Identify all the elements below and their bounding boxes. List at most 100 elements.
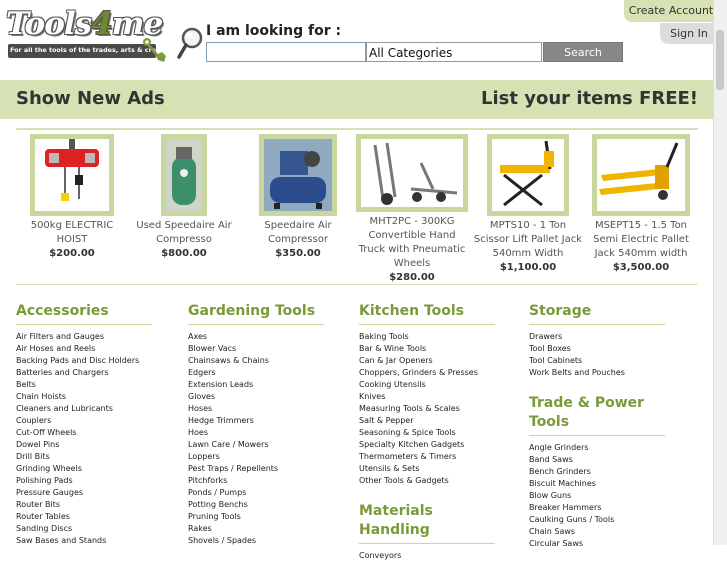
category-link[interactable]: Hoes bbox=[188, 427, 324, 439]
category-link[interactable]: Chain Hoists bbox=[16, 391, 152, 403]
product-card[interactable]: Speedaire Air Compressor $350.00 bbox=[244, 134, 352, 261]
category-link[interactable]: Knives bbox=[359, 391, 495, 403]
category-link[interactable]: Caulking Guns / Tools bbox=[529, 514, 665, 526]
category-link[interactable]: Cut-Off Wheels bbox=[16, 427, 152, 439]
category-link[interactable]: Lawn Care / Mowers bbox=[188, 439, 324, 451]
category-link[interactable]: Router Bits bbox=[16, 499, 152, 511]
category-link[interactable]: Backing Pads and Disc Holders bbox=[16, 355, 152, 367]
category-link[interactable]: Couplers bbox=[16, 415, 152, 427]
category-link[interactable]: Conveyors bbox=[359, 550, 495, 562]
category-title[interactable]: Accessories bbox=[16, 302, 152, 325]
category-link[interactable]: Blow Guns bbox=[529, 490, 665, 502]
category-link[interactable]: Grinding Wheels bbox=[16, 463, 152, 475]
category-link[interactable]: Bar & Wine Tools bbox=[359, 343, 495, 355]
category-link[interactable]: Blower Vacs bbox=[188, 343, 324, 355]
category-link[interactable]: Thermometers & Timers bbox=[359, 451, 495, 463]
category-link[interactable]: Angle Grinders bbox=[529, 442, 665, 454]
create-account-link[interactable]: Create Account bbox=[624, 0, 718, 22]
category-link[interactable]: Belts bbox=[16, 379, 152, 391]
product-name[interactable]: Speedaire Air Compressor bbox=[244, 219, 352, 247]
category-link[interactable]: Circular Saws bbox=[529, 538, 665, 550]
category-link[interactable]: Shovels / Spades bbox=[188, 535, 324, 547]
product-card[interactable]: MSEPT15 - 1.5 Ton Semi Electric Pallet J… bbox=[584, 134, 698, 275]
category-link[interactable]: Saw Bases and Stands bbox=[16, 535, 152, 547]
category-link[interactable]: Work Belts and Pouches bbox=[529, 367, 665, 379]
category-link[interactable]: Hoses bbox=[188, 403, 324, 415]
product-thumbnail[interactable] bbox=[356, 134, 468, 212]
category-link[interactable]: Specialty Kitchen Gadgets bbox=[359, 439, 495, 451]
category-link[interactable]: Other Tools & Gadgets bbox=[359, 475, 495, 487]
category-link[interactable]: Sanding Discs bbox=[16, 523, 152, 535]
category-link[interactable]: Tool Cabinets bbox=[529, 355, 665, 367]
category-title[interactable]: Trade & Power Tools bbox=[529, 394, 665, 436]
category-link[interactable]: Seasoning & Spice Tools bbox=[359, 427, 495, 439]
product-name[interactable]: Used Speedaire Air Compresso bbox=[134, 219, 234, 247]
category-link[interactable]: Drawers bbox=[529, 331, 665, 343]
ads-banner: Show New Ads List your items FREE! bbox=[0, 80, 714, 119]
scrollbar-thumb[interactable] bbox=[716, 30, 724, 90]
product-name[interactable]: MHT2PC - 300KG Convertible Hand Truck wi… bbox=[356, 215, 468, 271]
product-card[interactable]: MPTS10 - 1 Ton Scissor Lift Pallet Jack … bbox=[472, 134, 584, 275]
category-link[interactable]: Pressure Gauges bbox=[16, 487, 152, 499]
sign-in-link[interactable]: Sign In bbox=[660, 23, 718, 44]
category-link[interactable]: Batteries and Chargers bbox=[16, 367, 152, 379]
category-link[interactable]: Potting Benchs bbox=[188, 499, 324, 511]
search-input[interactable] bbox=[206, 42, 366, 62]
category-link[interactable]: Bench Grinders bbox=[529, 466, 665, 478]
category-title[interactable]: Materials Handling bbox=[359, 502, 495, 544]
category-link[interactable]: Air Hoses and Reels bbox=[16, 343, 152, 355]
category-link[interactable]: Biscuit Machines bbox=[529, 478, 665, 490]
product-card[interactable]: MHT2PC - 300KG Convertible Hand Truck wi… bbox=[356, 134, 468, 285]
category-link[interactable]: Cooking Utensils bbox=[359, 379, 495, 391]
category-link[interactable]: Utensils & Sets bbox=[359, 463, 495, 475]
category-link[interactable]: Salt & Pepper bbox=[359, 415, 495, 427]
category-link[interactable]: Tool Boxes bbox=[529, 343, 665, 355]
category-link[interactable]: Polishing Pads bbox=[16, 475, 152, 487]
category-title[interactable]: Kitchen Tools bbox=[359, 302, 495, 325]
category-link[interactable]: Chain Saws bbox=[529, 526, 665, 538]
product-thumbnail[interactable] bbox=[592, 134, 690, 216]
vertical-scrollbar[interactable] bbox=[713, 0, 727, 545]
product-thumbnail[interactable] bbox=[259, 134, 337, 216]
category-link[interactable]: Edgers bbox=[188, 367, 324, 379]
category-link[interactable]: Extension Leads bbox=[188, 379, 324, 391]
product-price: $800.00 bbox=[161, 248, 207, 259]
product-card[interactable]: Used Speedaire Air Compresso $800.00 bbox=[134, 134, 234, 261]
product-name[interactable]: MPTS10 - 1 Ton Scissor Lift Pallet Jack … bbox=[472, 219, 584, 261]
category-link[interactable]: Axes bbox=[188, 331, 324, 343]
category-link[interactable]: Measuring Tools & Scales bbox=[359, 403, 495, 415]
category-link[interactable]: Hedge Trimmers bbox=[188, 415, 324, 427]
category-link[interactable]: Pitchforks bbox=[188, 475, 324, 487]
category-link[interactable]: Rakes bbox=[188, 523, 324, 535]
category-link[interactable]: Gloves bbox=[188, 391, 324, 403]
category-link[interactable]: Drill Bits bbox=[16, 451, 152, 463]
category-link[interactable]: Ponds / Pumps bbox=[188, 487, 324, 499]
search-button[interactable]: Search bbox=[543, 42, 623, 62]
category-link[interactable]: Chainsaws & Chains bbox=[188, 355, 324, 367]
product-thumbnail[interactable] bbox=[487, 134, 569, 216]
category-link[interactable]: Air Filters and Gauges bbox=[16, 331, 152, 343]
category-link[interactable]: Baking Tools bbox=[359, 331, 495, 343]
product-name[interactable]: 500kg ELECTRIC HOIST bbox=[16, 219, 128, 247]
category-link[interactable]: Loppers bbox=[188, 451, 324, 463]
category-link[interactable]: Breaker Hammers bbox=[529, 502, 665, 514]
category-link[interactable]: Dowel Pins bbox=[16, 439, 152, 451]
product-thumbnail[interactable] bbox=[30, 134, 114, 216]
category-link[interactable]: Can & Jar Openers bbox=[359, 355, 495, 367]
product-name[interactable]: MSEPT15 - 1.5 Ton Semi Electric Pallet J… bbox=[584, 219, 698, 261]
category-select[interactable]: All Categories bbox=[366, 42, 542, 62]
product-card[interactable]: 500kg ELECTRIC HOIST $200.00 bbox=[16, 134, 128, 261]
category-link[interactable]: Choppers, Grinders & Presses bbox=[359, 367, 495, 379]
product-thumbnail[interactable] bbox=[161, 134, 207, 216]
category-link[interactable]: Pest Traps / Repellents bbox=[188, 463, 324, 475]
list-items-free-link[interactable]: List your items FREE! bbox=[481, 88, 698, 109]
site-logo[interactable]: Tools4me For all the tools of the trades… bbox=[6, 6, 166, 70]
hand-truck-image bbox=[361, 139, 463, 207]
category-link[interactable]: Band Saws bbox=[529, 454, 665, 466]
category-link[interactable]: Pruning Tools bbox=[188, 511, 324, 523]
show-new-ads-link[interactable]: Show New Ads bbox=[16, 88, 165, 109]
category-title[interactable]: Storage bbox=[529, 302, 665, 325]
category-link[interactable]: Cleaners and Lubricants bbox=[16, 403, 152, 415]
category-link[interactable]: Router Tables bbox=[16, 511, 152, 523]
category-title[interactable]: Gardening Tools bbox=[188, 302, 324, 325]
